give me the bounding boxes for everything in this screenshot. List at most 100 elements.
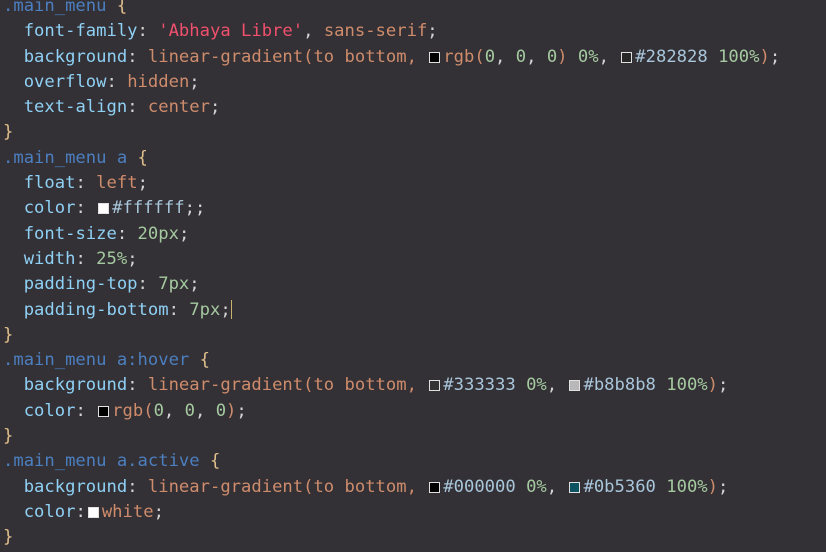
code-token-val: rgb( [112,400,154,421]
color-swatch[interactable] [87,506,99,518]
code-token-punc: ; [178,223,190,244]
code-token-sel: .main_menu a.active [3,451,210,472]
code-token-punc: : [127,97,148,118]
code-token-punc: , [495,46,516,67]
code-line[interactable]: width: 25%; [3,247,780,272]
code-token-val: left [96,173,138,194]
code-editor[interactable]: .main_menu { font-family: 'Abhaya Libre'… [3,0,780,551]
code-token-punc [3,198,24,218]
code-token-num: 0 [184,400,195,421]
code-token-punc [3,97,24,117]
code-token-punc: ; [137,173,148,194]
color-swatch[interactable] [569,380,581,392]
code-token-punc: : [75,400,97,421]
code-line[interactable]: background: linear-gradient(to bottom, #… [3,373,780,398]
code-token-brace: } [3,527,14,548]
text-cursor [230,299,232,319]
code-line[interactable]: padding-top: 7px; [3,272,780,297]
code-token-punc: : [116,223,138,244]
code-line[interactable]: color: #ffffff;; [3,196,780,221]
code-token-punc: , [163,400,185,421]
code-token-num: 7px [158,274,190,295]
code-token-brace: { [209,451,221,472]
code-line[interactable]: padding-bottom: 7px; [3,298,780,323]
code-token-punc: ; [127,248,138,269]
color-swatch[interactable] [98,203,110,215]
code-token-sel: .main_menu [3,0,117,16]
code-token-paren: ) [707,476,719,497]
code-token-punc: : [137,274,159,295]
code-token-num: 0 [546,46,558,67]
code-token-punc: , [303,21,324,42]
color-swatch[interactable] [429,51,441,63]
code-token-num: 0 [515,46,527,67]
code-token-val: white [101,501,154,522]
code-token-punc: : [168,299,190,320]
code-token-prop: padding-bottom [23,299,169,320]
code-token-prop: background [23,476,128,497]
code-token-num: 100% [655,476,708,497]
code-token-hex: #0b5360 [583,476,656,497]
code-token-val: ) [557,46,568,67]
color-swatch[interactable] [429,481,441,493]
code-line[interactable]: background: linear-gradient(to bottom, #… [3,475,780,500]
code-line[interactable]: } [3,424,780,449]
code-token-str: 'Abhaya Libre' [158,21,304,42]
code-line[interactable]: } [3,120,780,145]
code-token-prop: background [23,375,128,396]
code-token-val: hidden [127,71,190,92]
color-swatch[interactable] [98,405,110,417]
code-line[interactable]: color: rgb(0, 0, 0); [3,399,780,424]
code-token-punc: : [137,21,159,42]
code-token-val: ) [226,400,237,421]
code-line[interactable]: background: linear-gradient(to bottom, r… [3,45,780,70]
code-token-prop: width [23,248,76,269]
code-line[interactable]: float: left; [3,171,780,196]
code-line[interactable]: text-align: center; [3,95,780,120]
code-line[interactable]: } [3,323,780,348]
code-line[interactable]: } [3,525,780,550]
code-token-brace: { [199,350,210,371]
code-token-punc: ; [236,400,247,421]
code-token-punc [3,47,24,67]
code-token-punc [3,173,24,193]
code-token-num: 0% [515,375,547,396]
code-token-punc: : [75,248,97,269]
code-line[interactable]: color: white; [3,500,780,525]
code-token-punc: : [127,476,148,497]
code-line[interactable]: .main_menu a.active { [3,449,780,474]
code-token-prop: text-align [23,97,128,118]
code-token-prop: font-family [23,21,138,42]
color-swatch[interactable] [429,380,441,392]
code-token-val: linear-gradient(to bottom, [147,46,428,67]
code-token-punc: ; [718,375,729,396]
code-token-num: 100% [707,46,760,67]
color-swatch[interactable] [621,51,633,63]
code-token-punc [3,502,24,522]
code-token-val: linear-gradient(to bottom, [147,375,428,396]
code-token-punc: : [75,173,97,194]
code-line[interactable]: font-family: 'Abhaya Libre', sans-serif; [3,19,780,44]
code-token-punc: : [127,46,148,67]
code-line[interactable]: font-size: 20px; [3,222,780,247]
code-token-prop: color [23,501,76,522]
code-token-punc [3,224,24,244]
code-token-num: 0 [153,400,164,421]
code-token-punc: , [546,375,568,396]
code-token-num: 0 [215,400,227,421]
color-swatch[interactable] [569,481,581,493]
code-token-punc: ; [718,476,729,497]
code-line[interactable]: .main_menu a { [3,146,780,171]
code-line[interactable]: .main_menu { [3,0,780,19]
code-token-num: 0% [567,46,599,67]
code-line[interactable]: overflow: hidden; [3,70,780,95]
code-line[interactable]: .main_menu a:hover { [3,348,780,373]
code-token-hex: #282828 [635,46,708,67]
code-token-num: 7px [189,299,221,320]
code-token-punc: ; [189,71,200,92]
code-token-punc: , [194,400,216,421]
code-token-punc: : [127,375,148,396]
code-token-prop: font-size [23,223,117,244]
code-token-punc: : [75,501,86,522]
code-token-prop: overflow [23,71,107,92]
